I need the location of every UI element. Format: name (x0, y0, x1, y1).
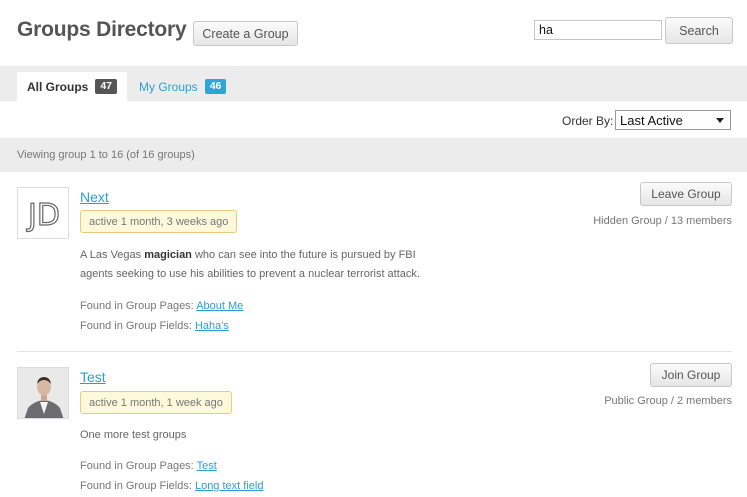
group-meta: Public Group / 2 members (604, 395, 732, 407)
found-in-pages: Found in Group Pages: Test (80, 460, 217, 472)
pagination-bar: Viewing group 1 to 16 (of 16 groups) (0, 138, 747, 172)
tab-all-groups[interactable]: All Groups 47 (17, 72, 128, 101)
page-title: Groups Directory (17, 18, 187, 41)
found-in-fields: Found in Group Fields: Haha's (80, 320, 229, 332)
tab-label: All Groups (27, 79, 89, 94)
group-avatar[interactable]: JD (17, 187, 69, 239)
found-in-pages: Found in Group Pages: About Me (80, 300, 244, 312)
group-description: One more test groups (80, 429, 187, 441)
order-by-label: Order By: (562, 114, 614, 128)
group-name-link[interactable]: Test (80, 369, 106, 385)
svg-text:JD: JD (26, 198, 60, 233)
person-photo-icon (18, 368, 68, 418)
search-button[interactable]: Search (665, 17, 733, 44)
group-description: A Las Vegas magician who can see into th… (80, 249, 420, 280)
tabs-bar: All Groups 47 My Groups 46 (0, 66, 747, 101)
chevron-down-icon (716, 118, 724, 123)
group-item: Test active 1 month, 1 week ago One more… (0, 362, 747, 497)
divider (17, 351, 732, 352)
group-meta: Hidden Group / 13 members (593, 215, 732, 227)
activity-badge: active 1 month, 3 weeks ago (80, 210, 238, 233)
order-by-select[interactable]: Last Active (615, 110, 731, 130)
count-badge: 46 (204, 79, 227, 94)
tab-my-groups[interactable]: My Groups 46 (129, 72, 236, 101)
order-by-value: Last Active (620, 112, 683, 128)
group-avatar[interactable] (17, 367, 69, 419)
group-item: JD Next active 1 month, 3 weeks ago A La… (0, 182, 747, 352)
activity-badge: active 1 month, 1 week ago (80, 391, 232, 414)
found-in-fields: Found in Group Fields: Long text field (80, 480, 264, 492)
count-badge: 47 (95, 79, 118, 94)
found-fields-link[interactable]: Long text field (195, 480, 264, 492)
jd-logo-icon: JD (25, 197, 60, 233)
join-group-button[interactable]: Join Group (650, 363, 732, 387)
leave-group-button[interactable]: Leave Group (640, 182, 732, 206)
found-fields-link[interactable]: Haha's (195, 320, 229, 332)
found-pages-link[interactable]: About Me (196, 300, 243, 312)
found-pages-link[interactable]: Test (197, 460, 217, 472)
tab-label: My Groups (139, 79, 198, 94)
search-input[interactable] (534, 20, 662, 40)
create-group-button[interactable]: Create a Group (193, 21, 298, 46)
header: Groups Directory Create a Group Search (0, 0, 747, 66)
group-name-link[interactable]: Next (80, 189, 109, 205)
pagination-count: Viewing group 1 to 16 (of 16 groups) (17, 149, 195, 161)
